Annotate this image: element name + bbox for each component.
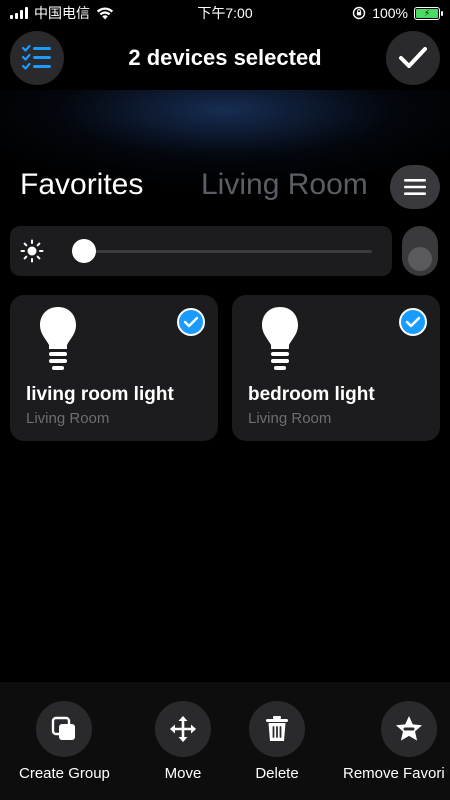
room-tabs: Favorites Living Room [0, 164, 390, 210]
page-title: 2 devices selected [128, 45, 322, 70]
remove-favorite-label: Remove Favori [343, 765, 445, 782]
create-group-label: Create Group [19, 765, 110, 782]
create-group-circle[interactable] [36, 701, 93, 757]
light-bulb-icon [40, 307, 76, 370]
status-right: 100% ⚡ [280, 5, 443, 21]
brightness-slider-thumb[interactable] [72, 239, 96, 263]
move-label: Move [164, 765, 202, 782]
trash-icon [266, 716, 288, 741]
light-bulb-icon [262, 307, 298, 370]
brightness-panel [10, 226, 392, 276]
tab-favorites[interactable]: Favorites [20, 168, 143, 202]
battery-icon: ⚡ [414, 6, 443, 20]
brightness-sun-icon [20, 239, 44, 263]
done-button[interactable] [386, 31, 440, 85]
signal-icon [10, 7, 28, 19]
delete-button[interactable]: Delete [249, 701, 305, 782]
tab-living-room[interactable]: Living Room [201, 168, 368, 202]
remove-favorite-circle[interactable] [381, 701, 437, 757]
device-name: living room light [26, 384, 174, 405]
brightness-slider-track[interactable] [72, 250, 372, 253]
select-list-button[interactable] [10, 31, 64, 85]
bottom-action-bar: Create Group Move Delete Remove Favori [0, 682, 450, 800]
status-time: 下午7:00 [197, 5, 253, 21]
selected-check-icon[interactable] [177, 308, 205, 336]
device-card-living-room-light[interactable]: living room light Living Room [10, 295, 218, 441]
star-remove-icon [396, 716, 422, 741]
delete-label: Delete [255, 765, 299, 782]
copy-icon [52, 716, 76, 740]
device-name: bedroom light [248, 384, 375, 405]
menu-button[interactable] [390, 165, 440, 209]
status-bar: 中国电信 下午7:00 100% ⚡ [0, 0, 450, 26]
device-card-bedroom-light[interactable]: bedroom light Living Room [232, 295, 440, 441]
battery-percent: 100% [372, 5, 408, 21]
checklist-icon [21, 44, 51, 70]
header: 2 devices selected [0, 30, 450, 86]
status-left: 中国电信 [10, 3, 170, 23]
move-button[interactable]: Move [155, 701, 211, 782]
move-arrows-icon [170, 716, 196, 742]
device-room: Living Room [26, 410, 110, 427]
carrier-label: 中国电信 [34, 5, 90, 21]
power-toggle[interactable] [402, 226, 438, 276]
hamburger-menu-icon [404, 179, 426, 195]
create-group-button[interactable]: Create Group [19, 701, 110, 782]
power-toggle-knob [408, 247, 432, 271]
selected-check-icon[interactable] [399, 308, 427, 336]
device-room: Living Room [248, 410, 332, 427]
remove-favorite-button[interactable]: Remove Favori [343, 701, 445, 782]
move-circle[interactable] [155, 701, 211, 757]
checkmark-icon [399, 47, 427, 68]
delete-circle[interactable] [249, 701, 305, 757]
wifi-icon [96, 7, 114, 20]
orientation-lock-icon [352, 6, 366, 20]
